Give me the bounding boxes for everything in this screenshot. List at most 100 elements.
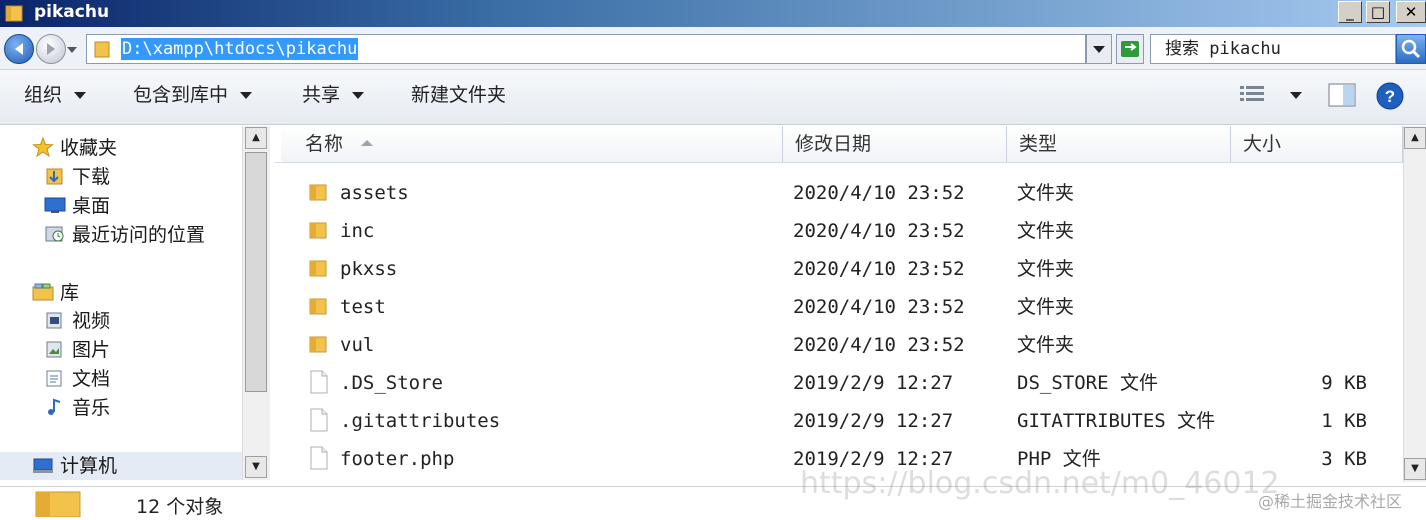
view-options-icon[interactable] [1238, 84, 1268, 106]
nav-favorites-label: 收藏夹 [60, 137, 118, 159]
nav-scroll-down-button[interactable]: ▼ [245, 456, 267, 478]
column-modified-label: 修改日期 [795, 133, 872, 155]
chevron-down-icon [1093, 46, 1105, 53]
nav-downloads[interactable]: 下载 [44, 164, 110, 190]
file-row[interactable]: assets 2020/4/10 23:52 文件夹 [275, 174, 1403, 212]
search-button[interactable] [1396, 34, 1426, 64]
file-date: 2020/4/10 23:52 [793, 334, 965, 356]
file-row[interactable]: vul 2020/4/10 23:52 文件夹 [275, 326, 1403, 364]
folder-icon [309, 260, 327, 277]
column-header-type[interactable]: 类型 [1007, 126, 1231, 162]
file-date: 2020/4/10 23:52 [793, 182, 965, 204]
content-scroll-up-button[interactable]: ▲ [1404, 127, 1426, 149]
nav-scroll-up-button[interactable]: ▲ [245, 127, 267, 149]
file-size: 3 KB [1321, 448, 1367, 470]
organize-menu[interactable]: 组织 [24, 82, 87, 108]
file-name: footer.php [340, 448, 455, 470]
view-dropdown-icon[interactable] [1288, 90, 1304, 102]
download-folder-icon [46, 168, 63, 185]
watermark-site: @稀土掘金技术社区 [1258, 492, 1403, 511]
column-header-size[interactable]: 大小 [1231, 126, 1403, 162]
folder-icon [309, 184, 327, 201]
nav-libraries-label: 库 [60, 282, 80, 304]
nav-pictures[interactable]: 图片 [44, 337, 110, 363]
help-icon[interactable]: ? [1376, 82, 1406, 112]
file-date: 2020/4/10 23:52 [793, 258, 965, 280]
file-date: 2020/4/10 23:52 [793, 296, 965, 318]
search-icon [1401, 39, 1421, 59]
nav-documents[interactable]: 文档 [44, 366, 110, 392]
include-in-library-menu[interactable]: 包含到库中 [133, 82, 253, 108]
file-name: vul [340, 334, 375, 356]
desktop-icon [44, 197, 66, 213]
file-row[interactable]: inc 2020/4/10 23:52 文件夹 [275, 212, 1403, 250]
column-header-modified[interactable]: 修改日期 [783, 126, 1007, 162]
new-folder-label: 新建文件夹 [411, 84, 507, 106]
share-label: 共享 [302, 84, 341, 106]
music-library-icon [48, 398, 61, 415]
file-row[interactable]: pkxss 2020/4/10 23:52 文件夹 [275, 250, 1403, 288]
chevron-down-icon [352, 92, 365, 99]
refresh-button[interactable] [1116, 34, 1144, 64]
search-placeholder: 搜索 pikachu [1165, 39, 1281, 59]
file-name: .gitattributes [340, 410, 501, 432]
address-path[interactable]: D:\xampp\htdocs\pikachu [121, 38, 359, 60]
computer-icon [33, 458, 53, 473]
new-folder-button[interactable]: 新建文件夹 [411, 82, 506, 108]
file-name: assets [340, 182, 409, 204]
address-dropdown-button[interactable] [1086, 34, 1112, 64]
file-name: inc [340, 220, 375, 242]
nav-favorites[interactable]: 收藏夹 [32, 135, 117, 161]
folder-icon [309, 336, 327, 353]
file-row[interactable]: .gitattributes 2019/2/9 12:27 GITATTRIBU… [275, 402, 1403, 440]
file-icon [310, 370, 328, 394]
document-library-icon [46, 370, 62, 387]
nav-music-label: 音乐 [72, 397, 111, 419]
column-header-name[interactable]: 名称 [281, 126, 783, 162]
content-scrollbar[interactable] [1403, 126, 1426, 482]
file-size: 1 KB [1321, 410, 1367, 432]
column-type-label: 类型 [1019, 133, 1058, 155]
file-date: 2019/2/9 12:27 [793, 410, 954, 432]
preview-pane-icon[interactable] [1328, 82, 1358, 110]
file-icon [310, 446, 328, 470]
include-in-library-label: 包含到库中 [133, 84, 229, 106]
maximize-button[interactable]: □ [1366, 1, 1390, 23]
nav-videos[interactable]: 视频 [44, 308, 110, 334]
picture-library-icon [46, 341, 62, 358]
nav-scroll-thumb[interactable] [245, 152, 267, 392]
folder-icon [5, 5, 23, 22]
forward-button[interactable] [36, 34, 66, 64]
title-bar[interactable] [0, 0, 1426, 27]
share-menu[interactable]: 共享 [302, 82, 365, 108]
nav-desktop[interactable]: 桌面 [44, 193, 110, 219]
nav-music[interactable]: 音乐 [44, 395, 110, 421]
folder-icon [309, 222, 327, 239]
library-icon [32, 283, 54, 301]
watermark-url: https://blog.csdn.net/m0_46012 [800, 466, 1280, 501]
file-type: 文件夹 [1017, 182, 1075, 204]
nav-documents-label: 文档 [72, 368, 111, 390]
file-type: DS_STORE 文件 [1017, 372, 1158, 394]
nav-recent-label: 最近访问的位置 [72, 224, 206, 246]
nav-downloads-label: 下载 [72, 166, 111, 188]
content-scroll-down-button[interactable]: ▼ [1404, 458, 1426, 480]
refresh-icon [1121, 41, 1139, 57]
nav-computer[interactable]: 计算机 [32, 453, 117, 479]
file-row[interactable]: test 2020/4/10 23:52 文件夹 [275, 288, 1403, 326]
close-button[interactable]: ✕ [1396, 1, 1426, 23]
nav-recent[interactable]: 最近访问的位置 [44, 222, 205, 248]
arrow-right-icon [47, 43, 55, 55]
chevron-down-icon [74, 92, 87, 99]
minimize-button[interactable]: _ [1338, 1, 1362, 23]
nav-pictures-label: 图片 [72, 339, 111, 361]
file-row[interactable]: .DS_Store 2019/2/9 12:27 DS_STORE 文件 9 K… [275, 364, 1403, 402]
header-divider [275, 162, 1403, 163]
file-date: 2020/4/10 23:52 [793, 220, 965, 242]
file-type: 文件夹 [1017, 296, 1075, 318]
back-button[interactable] [4, 34, 34, 64]
history-dropdown-icon[interactable] [66, 45, 78, 55]
nav-libraries[interactable]: 库 [32, 280, 79, 306]
file-date: 2019/2/9 12:27 [793, 372, 954, 394]
file-name: .DS_Store [340, 372, 443, 394]
